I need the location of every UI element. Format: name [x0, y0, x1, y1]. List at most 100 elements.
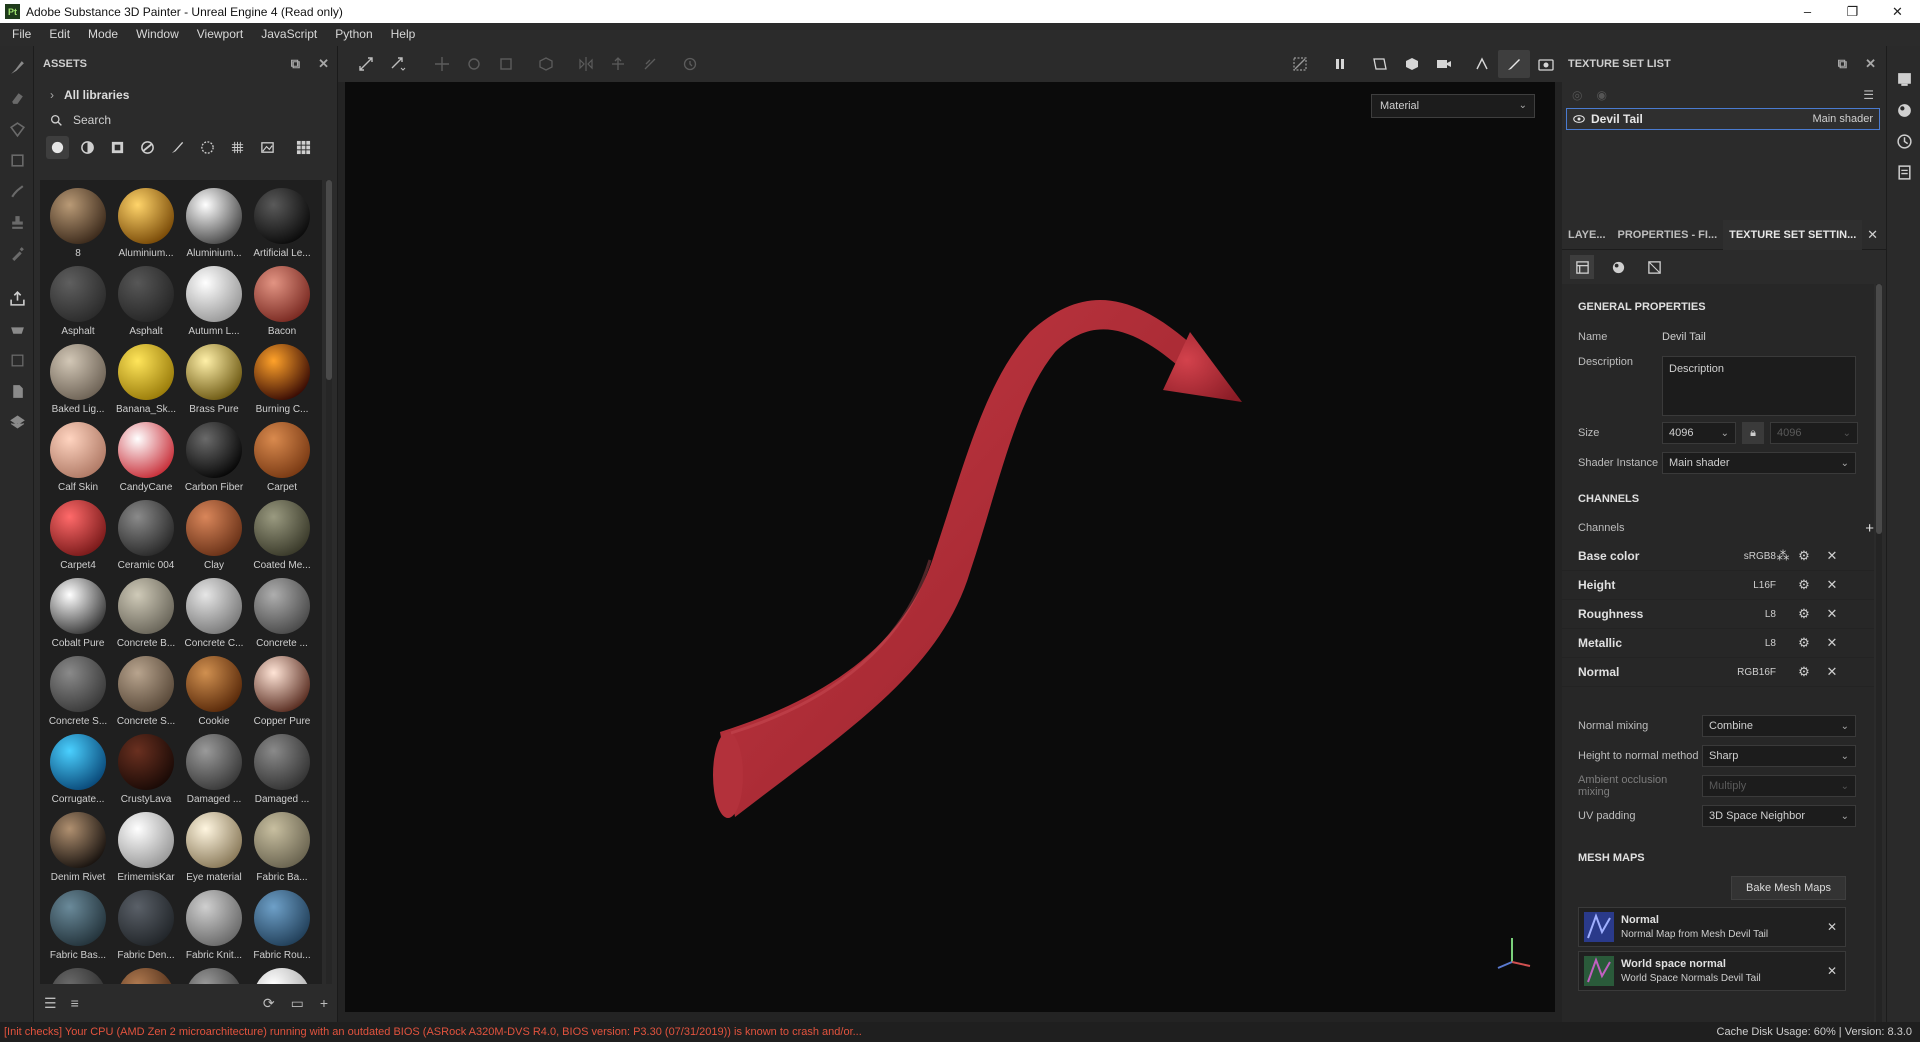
asset-item[interactable]: Asphalt — [44, 264, 112, 342]
size-select[interactable]: 4096 ⌄ — [1662, 422, 1736, 444]
asset-item[interactable]: 8 — [44, 186, 112, 264]
asset-item[interactable]: Artificial Le... — [248, 186, 316, 264]
remove-channel-icon[interactable]: ✕ — [1818, 577, 1846, 593]
smudge-tool[interactable] — [0, 176, 34, 207]
channel-settings-icon[interactable]: ⚙ — [1790, 664, 1818, 680]
log-toggle[interactable] — [1887, 157, 1920, 188]
asset-item[interactable] — [44, 966, 112, 984]
asset-item[interactable]: Damaged ... — [180, 732, 248, 810]
refresh-icon[interactable]: ⟳ — [263, 995, 275, 1012]
menu-window[interactable]: Window — [127, 23, 188, 46]
asset-item[interactable]: Damaged ... — [248, 732, 316, 810]
menu-edit[interactable]: Edit — [40, 23, 79, 46]
bake-tool[interactable] — [0, 314, 34, 345]
close-icon[interactable]: ✕ — [1865, 56, 1876, 72]
channel-settings-icon[interactable]: ⚙ — [1790, 548, 1818, 564]
channel-row[interactable]: Height L16F ⚙ ✕ — [1562, 571, 1874, 600]
bake-mesh-maps-button[interactable]: Bake Mesh Maps — [1731, 876, 1846, 900]
channel-format[interactable]: RGB16F — [1708, 667, 1776, 678]
asset-item[interactable]: Denim Rivet — [44, 810, 112, 888]
height-to-normal-select[interactable]: Sharp ⌄ — [1702, 745, 1856, 767]
asset-item[interactable]: Concrete ... — [248, 576, 316, 654]
asset-item[interactable]: Baked Lig... — [44, 342, 112, 420]
3d-viewport[interactable]: Material ⌄ — [345, 82, 1555, 1012]
asset-item[interactable]: Concrete B... — [112, 576, 180, 654]
asset-item[interactable]: Fabric Den... — [112, 888, 180, 966]
tab-texture-set-settings[interactable]: TEXTURE SET SETTIN... — [1723, 219, 1863, 250]
asset-item[interactable]: Bacon — [248, 264, 316, 342]
paint-mode-button[interactable] — [1498, 50, 1530, 78]
move-button[interactable] — [426, 50, 458, 78]
mesh-map-card[interactable]: World space normal World Space Normals De… — [1578, 951, 1846, 991]
asset-item[interactable]: Eye material — [180, 810, 248, 888]
geometry-mask-tool[interactable] — [0, 145, 34, 176]
asset-item[interactable] — [180, 966, 248, 984]
asset-item[interactable]: Clay — [180, 498, 248, 576]
eye-icon[interactable]: ◉ — [1596, 88, 1606, 102]
remove-channel-icon[interactable]: ✕ — [1818, 635, 1846, 651]
asset-item[interactable]: Corrugate... — [44, 732, 112, 810]
projection-tool[interactable] — [0, 114, 34, 145]
texture-set-row[interactable]: Devil Tail Main shader — [1566, 108, 1880, 130]
object-mode-button[interactable] — [530, 50, 562, 78]
filter-procedurals-button[interactable] — [136, 136, 159, 159]
close-icon[interactable]: ✕ — [1867, 227, 1878, 243]
asset-item[interactable]: Autumn L... — [180, 264, 248, 342]
asset-item[interactable] — [112, 966, 180, 984]
channel-settings-icon[interactable]: ⚙ — [1790, 577, 1818, 593]
view-3d-button[interactable] — [1396, 50, 1428, 78]
transform-mode-button[interactable] — [382, 50, 414, 78]
filter-smart-materials-button[interactable] — [76, 136, 99, 159]
asset-item[interactable]: ErimemisKar — [112, 810, 180, 888]
asset-item[interactable]: Coated Me... — [248, 498, 316, 576]
channel-row[interactable]: Roughness L8 ⚙ ✕ — [1562, 600, 1874, 629]
name-value[interactable]: Devil Tail — [1662, 331, 1706, 343]
library-selector[interactable]: › All libraries — [34, 82, 337, 108]
visibility-eye-icon[interactable] — [1573, 114, 1585, 124]
display-settings-tool[interactable] — [0, 376, 34, 407]
transform-uv-button[interactable] — [350, 50, 382, 78]
asset-item[interactable]: Aluminium... — [180, 186, 248, 264]
paint-brush-tool[interactable] — [0, 52, 34, 83]
symmetry-button[interactable] — [570, 50, 602, 78]
scale-button[interactable] — [490, 50, 522, 78]
remove-channel-icon[interactable]: ✕ — [1818, 606, 1846, 622]
asset-item[interactable]: Carbon Fiber — [180, 420, 248, 498]
menu-javascript[interactable]: JavaScript — [252, 23, 326, 46]
description-field[interactable]: Description — [1662, 356, 1856, 416]
rotate-button[interactable] — [458, 50, 490, 78]
menu-file[interactable]: File — [3, 23, 40, 46]
subtab-material[interactable] — [1606, 255, 1630, 279]
color-profile-icon[interactable]: ⁂ — [1776, 548, 1790, 564]
filter-alphas-button[interactable] — [226, 136, 249, 159]
texture-set-list-toggle[interactable] — [1887, 64, 1920, 95]
asset-item[interactable]: Concrete S... — [44, 654, 112, 732]
channel-format[interactable]: L8 — [1708, 609, 1776, 620]
close-window-button[interactable]: ✕ — [1875, 0, 1920, 23]
assets-scrollbar[interactable] — [326, 180, 332, 984]
maximize-button[interactable]: ❐ — [1830, 0, 1875, 23]
uv-padding-select[interactable]: 3D Space Neighbor ⌄ — [1702, 805, 1856, 827]
shelf-tool[interactable] — [0, 345, 34, 376]
reset-view-button[interactable] — [674, 50, 706, 78]
filters-toggle-icon[interactable]: ☰ — [44, 995, 57, 1012]
align-button[interactable] — [602, 50, 634, 78]
filter-brushes-button[interactable] — [166, 136, 189, 159]
clone-tool[interactable] — [0, 207, 34, 238]
list-view-icon[interactable]: ≡ — [71, 995, 79, 1011]
asset-item[interactable]: Aluminium... — [112, 186, 180, 264]
camera-button[interactable] — [1428, 50, 1460, 78]
add-channel-button[interactable]: + — [1865, 520, 1874, 537]
shader-settings-toggle[interactable] — [1887, 95, 1920, 126]
asset-item[interactable]: Asphalt — [112, 264, 180, 342]
channel-row[interactable]: Normal RGB16F ⚙ ✕ — [1562, 658, 1874, 687]
remove-channel-icon[interactable]: ✕ — [1818, 664, 1846, 680]
asset-item[interactable]: Banana_Sk... — [112, 342, 180, 420]
history-toggle[interactable] — [1887, 126, 1920, 157]
export-tool[interactable] — [0, 283, 34, 314]
view-2d3d-button[interactable] — [1364, 50, 1396, 78]
tab-layers[interactable]: LAYE... — [1562, 220, 1612, 250]
asset-item[interactable]: Carpet — [248, 420, 316, 498]
add-icon[interactable]: + — [320, 995, 328, 1012]
asset-item[interactable]: Concrete C... — [180, 576, 248, 654]
